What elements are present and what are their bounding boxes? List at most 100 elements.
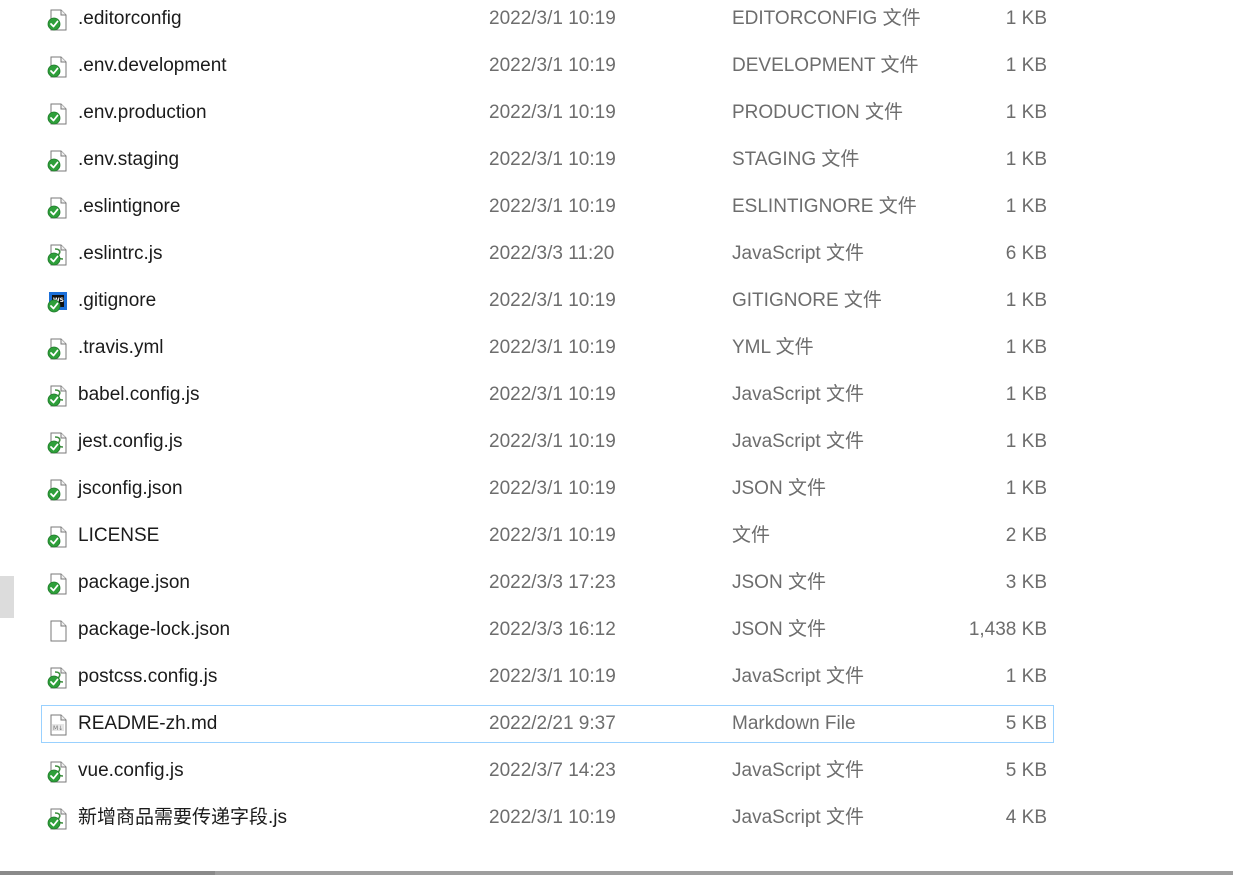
generic-check-icon [47,56,69,78]
file-modified-date: 2022/3/1 10:19 [489,337,616,358]
file-name: vue.config.js [78,760,184,781]
file-modified-date: 2022/3/1 10:19 [489,384,616,405]
file-name: .env.staging [78,149,180,170]
file-row[interactable]: .env.staging 2022/3/1 10:19 STAGING 文件 1 KB [41,141,1054,179]
generic-check-icon [47,103,69,125]
script-check-icon [47,808,69,830]
generic-check-icon [47,479,69,501]
script-check-icon [47,761,69,783]
file-modified-date: 2022/3/1 10:19 [489,102,616,123]
file-size: 1 KB [1005,431,1047,452]
file-type: JavaScript 文件 [732,243,864,264]
file-size: 5 KB [1005,713,1047,734]
file-modified-date: 2022/3/1 10:19 [489,807,616,828]
file-modified-date: 2022/3/7 14:23 [489,760,616,781]
file-row[interactable]: .eslintrc.js 2022/3/3 11:20 JavaScript 文件 6… [41,235,1054,273]
generic-check-icon [47,150,69,172]
file-row[interactable]: postcss.config.js 2022/3/1 10:19 JavaScrip… [41,658,1054,696]
navigation-pane-edge [0,0,14,875]
markdown-file-icon: M↓ [47,714,69,736]
file-name: .eslintrc.js [78,243,163,264]
generic-check-icon [47,338,69,360]
file-row[interactable]: vue.config.js 2022/3/7 14:23 JavaScript 文件… [41,752,1054,790]
webstorm-check-icon: WS [47,291,69,313]
file-size: 1 KB [1005,666,1047,687]
file-size: 1 KB [1005,478,1047,499]
file-modified-date: 2022/3/1 10:19 [489,478,616,499]
file-modified-date: 2022/3/1 10:19 [489,290,616,311]
file-modified-date: 2022/2/21 9:37 [489,713,616,734]
file-name: jest.config.js [78,431,183,452]
file-type: JavaScript 文件 [732,666,864,687]
file-type: 文件 [732,525,771,546]
generic-check-icon [47,9,69,31]
generic-check-icon [47,526,69,548]
file-size: 1 KB [1005,196,1047,217]
file-explorer-view: .editorconfig 2022/3/1 10:19 EDITORCONFIG … [0,0,1233,875]
file-name: package-lock.json [78,619,231,640]
file-row[interactable]: jsconfig.json 2022/3/1 10:19 JSON 文件 1 KB [41,470,1054,508]
file-size: 1 KB [1005,384,1047,405]
file-name: 新增商品需要传递字段.js [78,807,288,828]
file-modified-date: 2022/3/1 10:19 [489,8,616,29]
file-type: JSON 文件 [732,619,826,640]
file-type: PRODUCTION 文件 [732,102,904,123]
file-row[interactable]: .travis.yml 2022/3/1 10:19 YML 文件 1 KB [41,329,1054,367]
file-type: JavaScript 文件 [732,807,864,828]
svg-text:M↓: M↓ [53,725,63,732]
file-modified-date: 2022/3/1 10:19 [489,149,616,170]
file-row[interactable]: .eslintignore 2022/3/1 10:19 ESLINTIGNORE … [41,188,1054,226]
file-size: 1 KB [1005,55,1047,76]
file-type: GITIGNORE 文件 [732,290,882,311]
file-row[interactable]: package-lock.json 2022/3/3 16:12 JSON 文件 1,… [41,611,1054,649]
script-check-icon [47,667,69,689]
file-size: 1 KB [1005,102,1047,123]
file-size: 4 KB [1005,807,1047,828]
file-name: .env.development [78,55,227,76]
file-name: LICENSE [78,525,160,546]
file-row[interactable]: .editorconfig 2022/3/1 10:19 EDITORCONFIG … [41,0,1054,38]
file-name: .editorconfig [78,8,182,29]
file-row[interactable]: .env.production 2022/3/1 10:19 PRODUCTION … [41,94,1054,132]
file-name: jsconfig.json [78,478,183,499]
file-modified-date: 2022/3/3 11:20 [489,243,615,264]
file-size: 3 KB [1005,572,1047,593]
file-name: .env.production [78,102,207,123]
file-row[interactable]: .env.development 2022/3/1 10:19 DEVELOPMEN… [41,47,1054,85]
script-check-icon [47,385,69,407]
file-name: package.json [78,572,190,593]
file-type: JavaScript 文件 [732,384,864,405]
file-row[interactable]: package.json 2022/3/3 17:23 JSON 文件 3 KB [41,564,1054,602]
file-type: YML 文件 [732,337,814,358]
file-modified-date: 2022/3/1 10:19 [489,431,616,452]
file-row[interactable]: jest.config.js 2022/3/1 10:19 JavaScript 文… [41,423,1054,461]
script-check-icon [47,244,69,266]
file-name: .gitignore [78,290,157,311]
file-type: Markdown File [732,713,856,734]
generic-check-icon [47,197,69,219]
file-name: postcss.config.js [78,666,218,687]
file-type: JavaScript 文件 [732,760,864,781]
file-row[interactable]: 新增商品需要传递字段.js 2022/3/1 10:19 JavaScript 文件… [41,799,1054,837]
blank-file-icon [47,620,69,642]
file-row[interactable]: WS .gitignore 2022/3/1 10:19 GITIGNORE 文件 1 … [41,282,1054,320]
file-modified-date: 2022/3/1 10:19 [489,666,616,687]
file-type: JSON 文件 [732,478,826,499]
file-modified-date: 2022/3/1 10:19 [489,525,616,546]
file-size: 1,438 KB [968,619,1047,640]
navigation-scrollbar-thumb[interactable] [0,576,14,618]
file-name: README-zh.md [78,713,218,734]
file-size: 6 KB [1005,243,1047,264]
file-row[interactable]: M↓ README-zh.md 2022/2/21 9:37 Markdown Fil… [41,705,1054,743]
file-name: .eslintignore [78,196,181,217]
file-modified-date: 2022/3/3 16:12 [489,619,616,640]
file-type: ESLINTIGNORE 文件 [732,196,917,217]
script-check-icon [47,432,69,454]
horizontal-scrollbar-thumb[interactable] [0,871,215,875]
file-row[interactable]: LICENSE 2022/3/1 10:19 文件 2 KB [41,517,1054,555]
file-size: 1 KB [1005,290,1047,311]
file-size: 1 KB [1005,8,1047,29]
file-size: 2 KB [1005,525,1047,546]
file-size: 5 KB [1005,760,1047,781]
file-row[interactable]: babel.config.js 2022/3/1 10:19 JavaScript … [41,376,1054,414]
